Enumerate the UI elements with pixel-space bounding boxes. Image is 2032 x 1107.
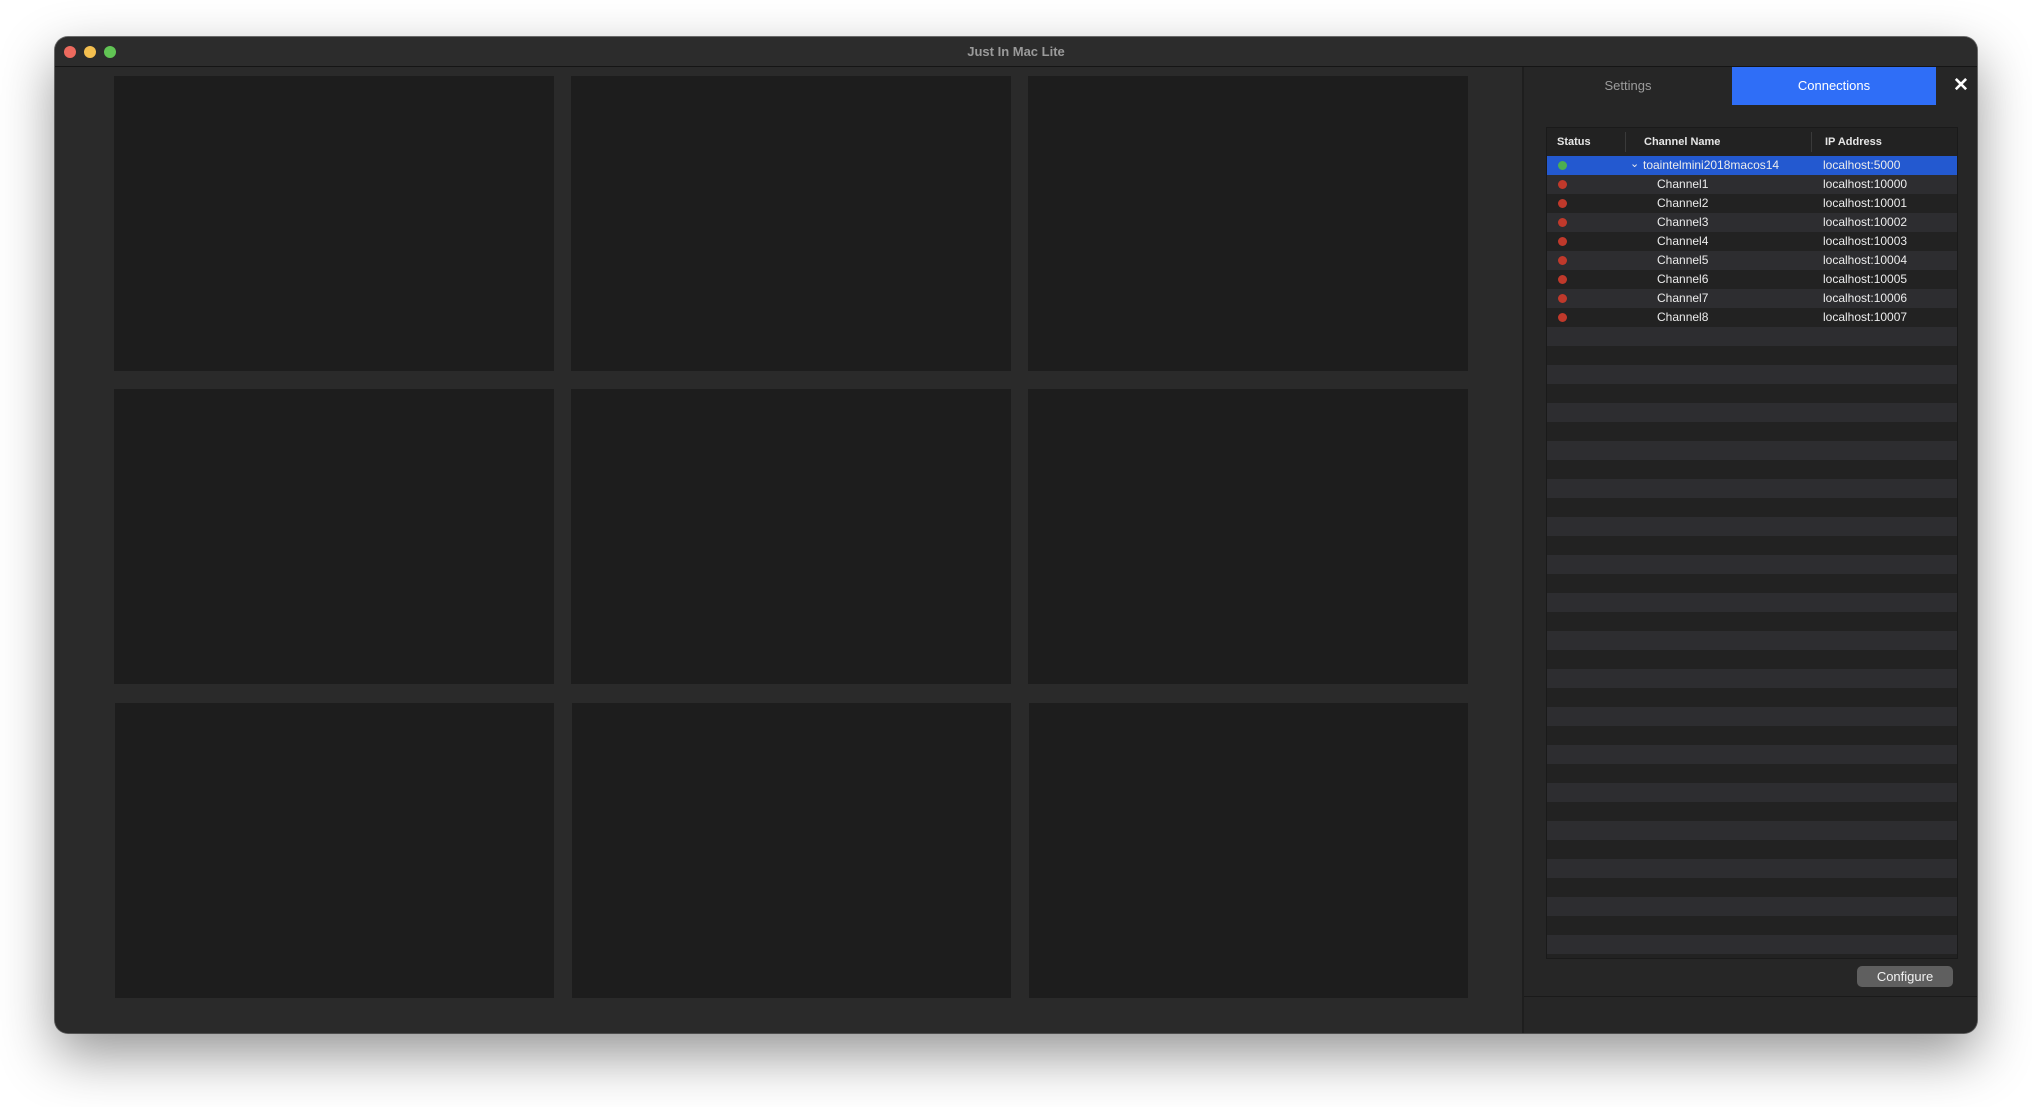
app-window: Just In Mac Lite Settings Connections ✕ … — [55, 37, 1977, 1033]
status-dot — [1558, 313, 1567, 322]
column-divider — [1811, 132, 1812, 152]
empty-row — [1547, 441, 1957, 460]
video-tile[interactable] — [571, 389, 1011, 684]
video-tile[interactable] — [115, 703, 554, 998]
ip-address: localhost:10000 — [1823, 177, 1908, 191]
ip-address: localhost:10006 — [1823, 291, 1908, 305]
column-header-status[interactable]: Status — [1557, 136, 1591, 148]
empty-row — [1547, 631, 1957, 650]
video-tile[interactable] — [1029, 703, 1468, 998]
table-row[interactable]: Channel4 localhost:10003 — [1547, 232, 1957, 251]
connections-table: Status Channel Name IP Address ⌄ toaintel… — [1546, 127, 1958, 959]
side-panel: Settings Connections ✕ Status Channel Na… — [1522, 67, 1977, 1033]
channel-name: Channel1 — [1657, 177, 1709, 191]
empty-row — [1547, 327, 1957, 346]
table-row[interactable]: Channel1 localhost:10000 — [1547, 175, 1957, 194]
empty-row — [1547, 593, 1957, 612]
status-dot — [1558, 218, 1567, 227]
empty-row — [1547, 935, 1957, 954]
tab-connections[interactable]: Connections — [1732, 67, 1936, 105]
empty-row — [1547, 821, 1957, 840]
table-row[interactable]: Channel7 localhost:10006 — [1547, 289, 1957, 308]
channel-name: Channel6 — [1657, 272, 1709, 286]
ip-address: localhost:10003 — [1823, 234, 1908, 248]
table-row[interactable]: Channel8 localhost:10007 — [1547, 308, 1957, 327]
empty-row — [1547, 517, 1957, 536]
status-dot — [1558, 275, 1567, 284]
configure-button[interactable]: Configure — [1857, 966, 1953, 987]
ip-address: localhost:10001 — [1823, 196, 1908, 210]
chevron-down-icon[interactable]: ⌄ — [1630, 157, 1639, 170]
table-row[interactable]: ⌄ toaintelmini2018macos14 localhost:5000 — [1547, 156, 1957, 175]
empty-row — [1547, 707, 1957, 726]
column-header-channel-name[interactable]: Channel Name — [1644, 136, 1720, 148]
empty-row — [1547, 783, 1957, 802]
column-divider — [1625, 132, 1626, 152]
empty-row — [1547, 365, 1957, 384]
ip-address: localhost:10002 — [1823, 215, 1908, 229]
table-row[interactable]: Channel3 localhost:10002 — [1547, 213, 1957, 232]
title-bar: Just In Mac Lite — [55, 37, 1977, 67]
video-tile[interactable] — [572, 703, 1011, 998]
table-header: Status Channel Name IP Address — [1547, 128, 1957, 157]
tab-settings[interactable]: Settings — [1524, 67, 1732, 105]
empty-row — [1547, 479, 1957, 498]
empty-row — [1547, 403, 1957, 422]
status-dot — [1558, 199, 1567, 208]
status-dot — [1558, 237, 1567, 246]
empty-row — [1547, 859, 1957, 878]
empty-row — [1547, 897, 1957, 916]
channel-name: Channel7 — [1657, 291, 1709, 305]
table-row[interactable]: Channel2 localhost:10001 — [1547, 194, 1957, 213]
channel-name: Channel2 — [1657, 196, 1709, 210]
ip-address: localhost:10005 — [1823, 272, 1908, 286]
empty-row — [1547, 669, 1957, 688]
status-dot — [1558, 294, 1567, 303]
video-tile[interactable] — [571, 76, 1011, 371]
channel-name: Channel5 — [1657, 253, 1709, 267]
empty-row — [1547, 555, 1957, 574]
ip-address: localhost:10004 — [1823, 253, 1908, 267]
ip-address: localhost:10007 — [1823, 310, 1908, 324]
status-dot — [1558, 256, 1567, 265]
table-row[interactable]: Channel6 localhost:10005 — [1547, 270, 1957, 289]
close-icon[interactable]: ✕ — [1950, 74, 1972, 98]
window-title: Just In Mac Lite — [967, 44, 1065, 59]
video-tile[interactable] — [114, 76, 554, 371]
ip-address: localhost:5000 — [1823, 158, 1901, 172]
video-grid — [55, 67, 1522, 1033]
video-tile[interactable] — [1028, 76, 1468, 371]
channel-name: Channel4 — [1657, 234, 1709, 248]
column-header-ip-address[interactable]: IP Address — [1825, 136, 1882, 148]
table-row[interactable]: Channel5 localhost:10004 — [1547, 251, 1957, 270]
channel-name: Channel3 — [1657, 215, 1709, 229]
status-dot — [1558, 180, 1567, 189]
channel-name: Channel8 — [1657, 310, 1709, 324]
video-tile[interactable] — [1028, 389, 1468, 684]
divider — [1524, 996, 1977, 997]
channel-name: toaintelmini2018macos14 — [1643, 158, 1780, 172]
video-tile[interactable] — [114, 389, 554, 684]
status-dot — [1558, 161, 1567, 170]
empty-row — [1547, 745, 1957, 764]
